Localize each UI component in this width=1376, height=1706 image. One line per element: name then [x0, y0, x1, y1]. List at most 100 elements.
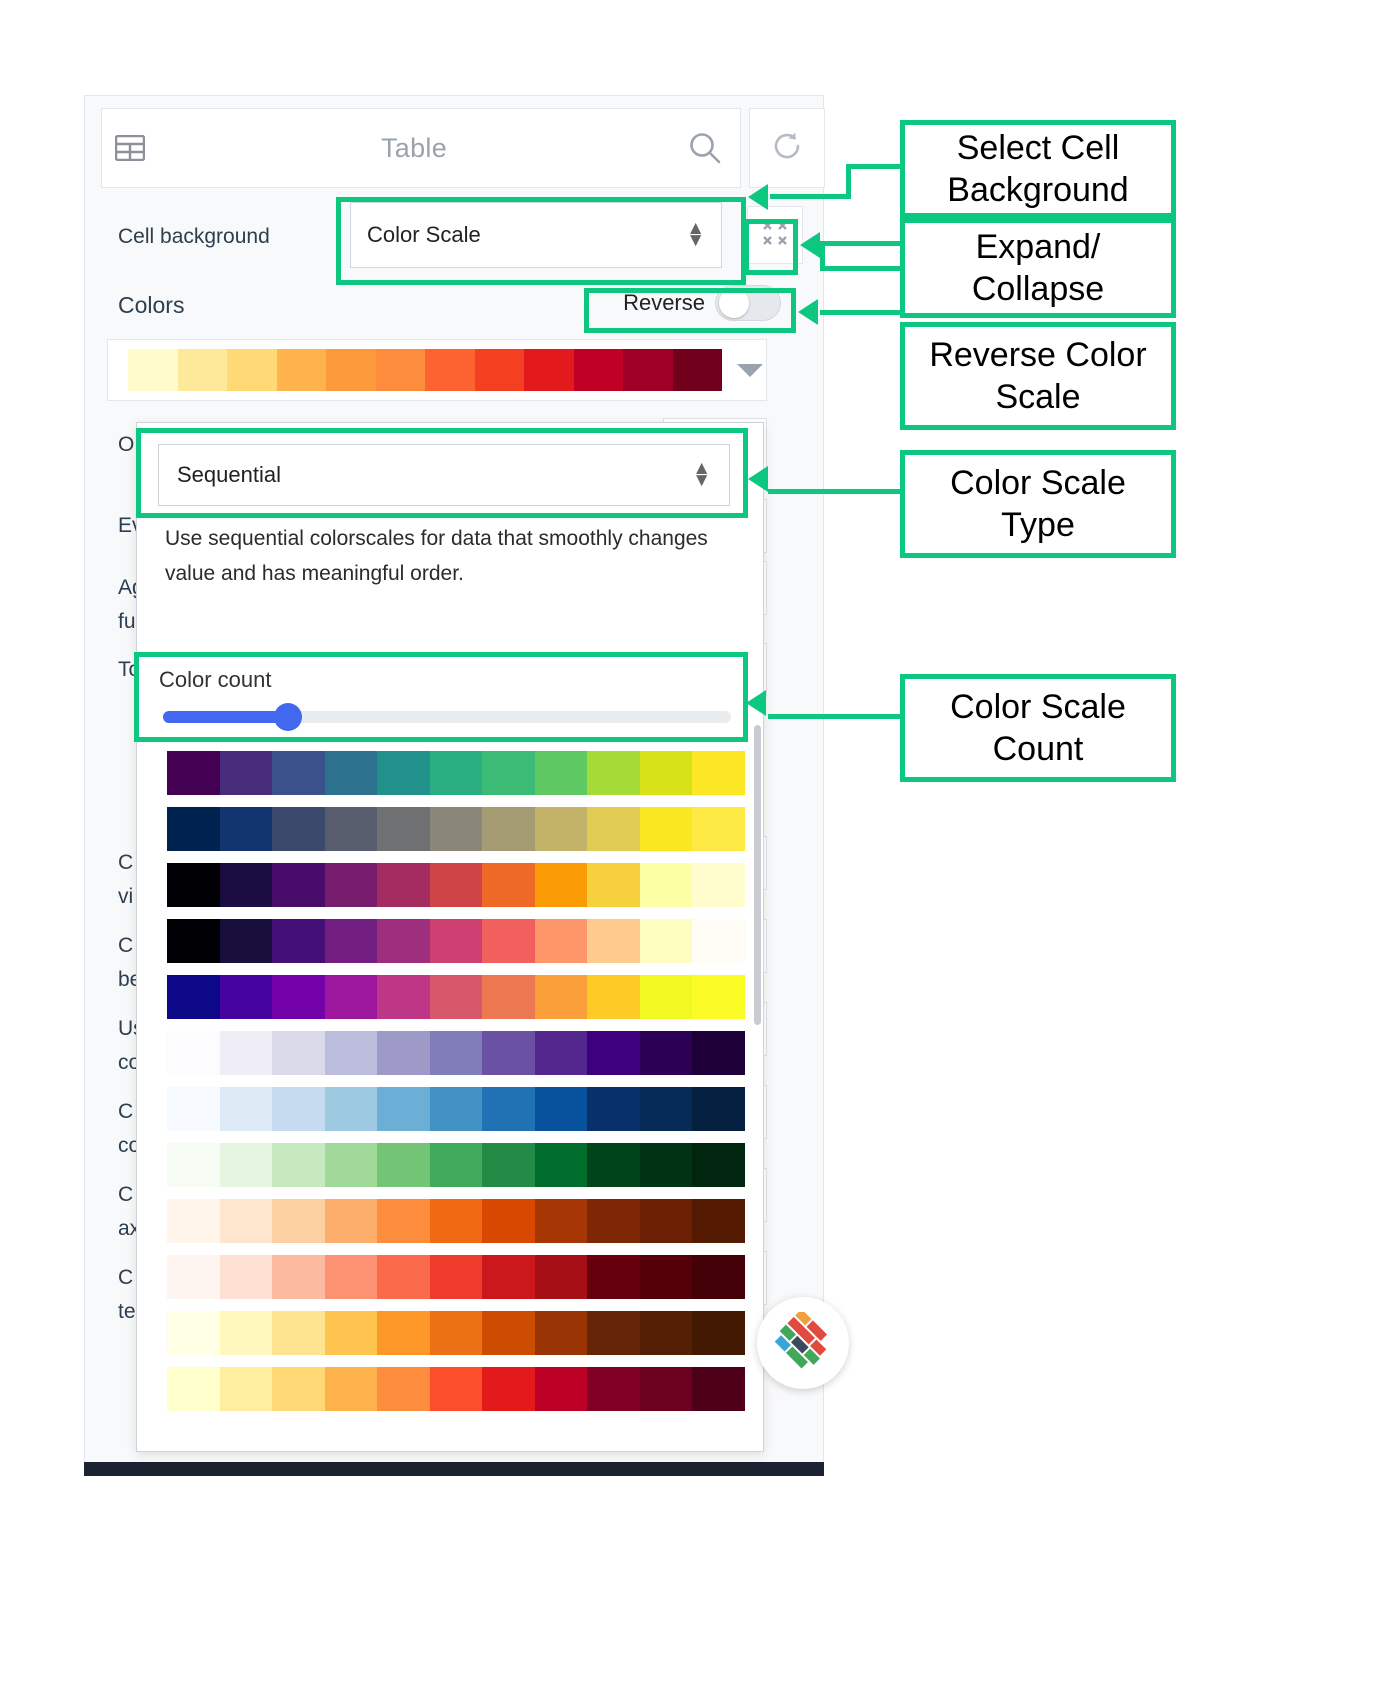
- leader-arrow: [800, 232, 820, 258]
- colorscale-option[interactable]: [167, 1143, 746, 1187]
- colorscale-swatch-cell: [167, 1255, 220, 1299]
- colorscale-type-select[interactable]: Sequential ▲ ▼: [158, 444, 730, 506]
- dropdown-scrollbar[interactable]: [754, 425, 761, 1449]
- leader-seg: [768, 714, 822, 719]
- leader-seg: [820, 266, 902, 271]
- colorscale-swatch-cell: [272, 1199, 325, 1243]
- colorscale-option[interactable]: [167, 1311, 746, 1355]
- search-icon[interactable]: [670, 131, 740, 165]
- colorscale-swatch-cell: [573, 349, 623, 391]
- colorscale-swatch-cell: [377, 1311, 430, 1355]
- refresh-icon: [769, 128, 805, 169]
- colorscale-swatch-cell: [272, 863, 325, 907]
- colorscale-swatch-cell: [377, 1367, 430, 1411]
- colorscale-swatch-cell: [219, 1143, 273, 1187]
- colorscale-swatch-cell: [534, 1367, 588, 1411]
- colorscale-swatch-cell: [167, 1367, 220, 1411]
- callout-color-scale-type: Color Scale Type: [900, 450, 1176, 558]
- selected-colorscale-box[interactable]: [107, 339, 767, 401]
- panel-header: Table: [101, 108, 741, 188]
- colorscale-swatch-cell: [272, 807, 325, 851]
- colorscale-swatch-cell: [587, 1255, 640, 1299]
- colorscale-swatch-cell: [167, 807, 220, 851]
- colorscale-option[interactable]: [167, 1087, 746, 1131]
- colorscale-swatch-cell: [324, 863, 378, 907]
- reverse-toggle[interactable]: [715, 285, 781, 321]
- colorscale-swatch-cell: [482, 863, 535, 907]
- colorscale-swatch-cell: [219, 1311, 273, 1355]
- plotly-weave-logo-icon: [774, 1312, 828, 1369]
- colorscale-swatch-cell: [377, 1143, 430, 1187]
- stepper-updown-icon: ▲ ▼: [686, 218, 705, 251]
- cell-background-select[interactable]: Color Scale ▲ ▼: [350, 202, 722, 268]
- collapse-arrows-icon: [761, 219, 789, 252]
- colorscale-swatch-cell: [324, 1087, 378, 1131]
- refresh-button[interactable]: [749, 108, 825, 188]
- colorscale-swatch-cell: [692, 1087, 746, 1131]
- colorscale-swatch-cell: [377, 863, 430, 907]
- colorscale-swatch-cell: [623, 349, 673, 391]
- obscured-row-label: O: [118, 433, 135, 456]
- colorscale-swatch-cell: [425, 349, 475, 391]
- brand-logo-badge: [757, 1297, 849, 1389]
- colorscale-swatch-cell: [429, 807, 483, 851]
- cell-background-value: Color Scale: [367, 222, 481, 247]
- colorscale-swatch-cell: [324, 1367, 378, 1411]
- color-count-slider[interactable]: [163, 703, 731, 731]
- colorscale-swatch-cell: [324, 919, 378, 963]
- colorscale-swatch-cell: [272, 975, 325, 1019]
- leader-arrow: [748, 184, 768, 210]
- colorscale-swatch-cell: [324, 1255, 378, 1299]
- colorscale-option[interactable]: [167, 1367, 746, 1411]
- colorscale-swatch-cell: [587, 1311, 640, 1355]
- colorscale-swatch-cell: [639, 1199, 693, 1243]
- colorscale-swatch-cell: [324, 1143, 378, 1187]
- cell-background-label: Cell background: [118, 225, 270, 248]
- colorscale-swatch-cell: [587, 863, 640, 907]
- colorscale-option[interactable]: [167, 919, 746, 963]
- colorscale-option[interactable]: [167, 751, 746, 795]
- obscured-row-label: C te: [118, 1266, 136, 1323]
- colorscale-swatch-cell: [377, 1031, 430, 1075]
- expand-collapse-button[interactable]: [747, 206, 803, 264]
- colorscale-swatch-cell: [587, 1367, 640, 1411]
- colorscale-swatch-cell: [639, 863, 693, 907]
- colorscale-swatch-cell: [377, 1255, 430, 1299]
- colorscale-swatch-cell: [482, 807, 535, 851]
- colorscale-dropdown: Sequential ▲ ▼ Use sequential colorscales…: [136, 422, 764, 1452]
- colorscale-option[interactable]: [167, 1031, 746, 1075]
- colorscale-swatch-cell: [377, 975, 430, 1019]
- colorscale-option[interactable]: [167, 863, 746, 907]
- colorscale-swatch-cell: [482, 1311, 535, 1355]
- colorscale-option[interactable]: [167, 1199, 746, 1243]
- callout-color-scale-count: Color Scale Count: [900, 674, 1176, 782]
- colorscale-option[interactable]: [167, 807, 746, 851]
- colorscale-swatch-cell: [219, 1199, 273, 1243]
- colorscale-swatch-cell: [324, 751, 378, 795]
- colorscale-swatch-cell: [219, 1367, 273, 1411]
- colorscale-swatch-cell: [167, 975, 220, 1019]
- colorscale-swatch-cell: [219, 1031, 273, 1075]
- colorscale-swatch-cell: [692, 1199, 746, 1243]
- colorscale-swatch-cell: [482, 1143, 535, 1187]
- scrollbar-thumb[interactable]: [754, 725, 761, 1025]
- colorscale-swatch-cell: [482, 1087, 535, 1131]
- colorscale-swatch-cell: [429, 919, 483, 963]
- colorscale-swatch-cell: [692, 1255, 746, 1299]
- colorscale-swatch-cell: [167, 1311, 220, 1355]
- colorscale-option[interactable]: [167, 975, 746, 1019]
- colorscale-swatch-cell: [377, 919, 430, 963]
- colorscale-swatch-cell: [324, 1311, 378, 1355]
- colorscale-swatch-cell: [429, 1199, 483, 1243]
- colorscale-swatch-cell: [272, 1087, 325, 1131]
- colorscale-swatch-cell: [587, 1143, 640, 1187]
- colorscale-swatch-cell: [587, 751, 640, 795]
- reverse-control: Reverse: [591, 282, 781, 324]
- colorscale-swatch-cell: [587, 1031, 640, 1075]
- colorscale-swatch-cell: [429, 1143, 483, 1187]
- slider-thumb[interactable]: [273, 703, 302, 731]
- colorscale-swatch-cell: [534, 1311, 588, 1355]
- colorscale-swatch-cell: [692, 751, 746, 795]
- colorscale-option[interactable]: [167, 1255, 746, 1299]
- chevron-down-icon[interactable]: [737, 358, 763, 382]
